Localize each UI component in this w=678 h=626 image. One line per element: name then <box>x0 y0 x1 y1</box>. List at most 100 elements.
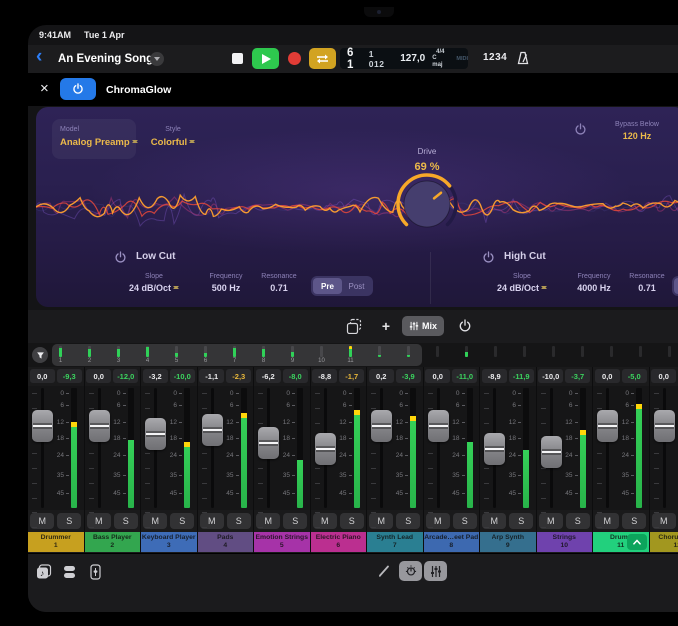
add-plugin-button[interactable]: + <box>378 316 394 336</box>
solo-button[interactable]: S <box>340 513 364 529</box>
fader-handle[interactable] <box>145 418 166 450</box>
mixer-view-button[interactable] <box>424 561 447 581</box>
fader-handle[interactable] <box>89 410 110 442</box>
peak-db-value[interactable]: -11,0 <box>452 369 477 383</box>
high-cut-resonance[interactable]: Resonance 0.71 <box>622 273 672 293</box>
song-title[interactable]: An Evening Song <box>58 53 153 65</box>
mix-view-button[interactable]: Mix <box>402 316 444 336</box>
peak-db-value[interactable]: -11,9 <box>509 369 534 383</box>
filter-button[interactable] <box>32 347 48 363</box>
smart-controls-button[interactable] <box>399 561 422 581</box>
fader-tick <box>315 408 320 409</box>
high-cut-power-button[interactable] <box>482 251 495 269</box>
track-name-band[interactable]: Keyboard Player 3 <box>141 532 197 552</box>
track-name-band[interactable]: Synth Lead 7 <box>367 532 423 552</box>
close-icon[interactable]: × <box>40 80 49 97</box>
track-name-band[interactable]: Strings 10 <box>537 532 593 552</box>
cycle-button[interactable] <box>309 48 336 69</box>
low-cut-frequency[interactable]: Frequency 500 Hz <box>198 273 254 293</box>
track-name-band[interactable]: Drums 11 <box>593 532 649 552</box>
track-name-band[interactable]: Electric Piano 6 <box>311 532 367 552</box>
fader-handle[interactable] <box>654 410 675 442</box>
peak-db-value[interactable]: -3,7 <box>565 369 590 383</box>
high-cut-pre-post-switch[interactable]: Pre Post <box>672 276 678 296</box>
fader-handle[interactable] <box>597 410 618 442</box>
count-in-button[interactable]: 1234 <box>483 52 507 63</box>
solo-button[interactable]: S <box>622 513 646 529</box>
solo-button[interactable]: S <box>170 513 194 529</box>
peak-db-value[interactable]: -8,0 <box>283 369 308 383</box>
bypass-power-button[interactable] <box>574 123 587 141</box>
track-name-band[interactable]: Arcade…eet Pad 8 <box>424 532 480 552</box>
mixer-navigator[interactable]: 1234567891011 <box>28 343 678 367</box>
bypass-below-control[interactable]: Bypass Below 120 Hz <box>602 121 672 141</box>
pre-segment[interactable]: Pre <box>313 278 342 294</box>
fader-handle[interactable] <box>258 427 279 459</box>
duplicate-button[interactable] <box>343 316 365 336</box>
fader-handle[interactable] <box>202 414 223 446</box>
solo-button[interactable]: S <box>396 513 420 529</box>
fader-handle[interactable] <box>541 436 562 468</box>
peak-db-value[interactable]: -2,3 <box>226 369 251 383</box>
pre-segment[interactable]: Pre <box>674 278 678 294</box>
fader-handle[interactable] <box>371 410 392 442</box>
scale-tick <box>179 438 182 439</box>
channel-strip-inspector-button[interactable] <box>89 564 102 585</box>
track-name-band[interactable]: Drummer 1 <box>28 532 84 552</box>
peak-db-value[interactable]: -9,3 <box>57 369 82 383</box>
lcd-display[interactable]: 6 1 1 012 127,0 4/4 C maj MIDI <box>340 48 468 69</box>
mixer-power-button[interactable] <box>456 316 474 336</box>
model-selector[interactable]: Model Analog Preamp <box>52 119 136 159</box>
peak-db-value[interactable]: -10,0 <box>170 369 195 383</box>
peak-db-value[interactable]: -1,7 <box>339 369 364 383</box>
metronome-button[interactable] <box>515 50 531 71</box>
track-name-band[interactable]: Arp Synth 9 <box>480 532 536 552</box>
high-cut-frequency[interactable]: Frequency 4000 Hz <box>566 273 622 293</box>
peak-db-value[interactable]: -12,0 <box>113 369 138 383</box>
pencil-tool-button[interactable] <box>377 564 391 583</box>
low-cut-resonance[interactable]: Resonance 0.71 <box>254 273 304 293</box>
scale-label: 45 <box>333 490 347 497</box>
scale-label: 0 <box>502 390 516 397</box>
record-button[interactable] <box>283 48 305 69</box>
track-number: 5 <box>280 542 284 550</box>
stop-button[interactable] <box>226 48 248 69</box>
back-icon[interactable]: ‹ <box>36 46 42 68</box>
track-name-band[interactable]: Pads 4 <box>198 532 254 552</box>
fader-handle[interactable] <box>484 433 505 465</box>
fader-handle[interactable] <box>428 410 449 442</box>
high-cut-slope[interactable]: Slope 24 dB/Oct <box>494 273 550 293</box>
scale-label: 35 <box>220 472 234 479</box>
low-cut-slope[interactable]: Slope 24 dB/Oct <box>126 273 182 293</box>
solo-button[interactable]: S <box>283 513 307 529</box>
solo-button[interactable]: S <box>227 513 251 529</box>
solo-button[interactable]: S <box>114 513 138 529</box>
solo-button[interactable]: S <box>57 513 81 529</box>
style-selector[interactable]: Style Colorful <box>140 119 206 159</box>
stack-expand-button[interactable] <box>627 534 647 550</box>
solo-button[interactable]: S <box>509 513 533 529</box>
low-cut-pre-post-switch[interactable]: Pre Post <box>311 276 373 296</box>
camera-notch <box>364 7 394 17</box>
fader-handle[interactable] <box>32 410 53 442</box>
lcd-key: C maj <box>432 55 448 68</box>
scale-label: 35 <box>502 472 516 479</box>
track-name-band[interactable]: Bass Player 2 <box>85 532 141 552</box>
post-segment[interactable]: Post <box>342 278 371 294</box>
play-button[interactable] <box>252 48 279 69</box>
track-name-band[interactable]: Chorus Voc 12 <box>650 532 678 552</box>
solo-button[interactable]: S <box>566 513 590 529</box>
plugin-power-button[interactable] <box>60 78 96 100</box>
peak-db-value[interactable]: -5,0 <box>622 369 647 383</box>
fader-tick <box>315 483 320 484</box>
peak-db-value[interactable]: -3,9 <box>396 369 421 383</box>
cells-button[interactable]: ♪ <box>36 564 53 585</box>
track-name-band[interactable]: Emotion Strings 5 <box>254 532 310 552</box>
song-title-disclosure-icon[interactable] <box>150 52 164 66</box>
level-control[interactable]: Level 0.0 <box>666 121 678 141</box>
low-cut-power-button[interactable] <box>114 251 127 269</box>
fader-handle[interactable] <box>315 433 336 465</box>
drive-knob[interactable] <box>392 169 462 239</box>
solo-button[interactable]: S <box>453 513 477 529</box>
track-stacks-button[interactable] <box>62 564 77 585</box>
